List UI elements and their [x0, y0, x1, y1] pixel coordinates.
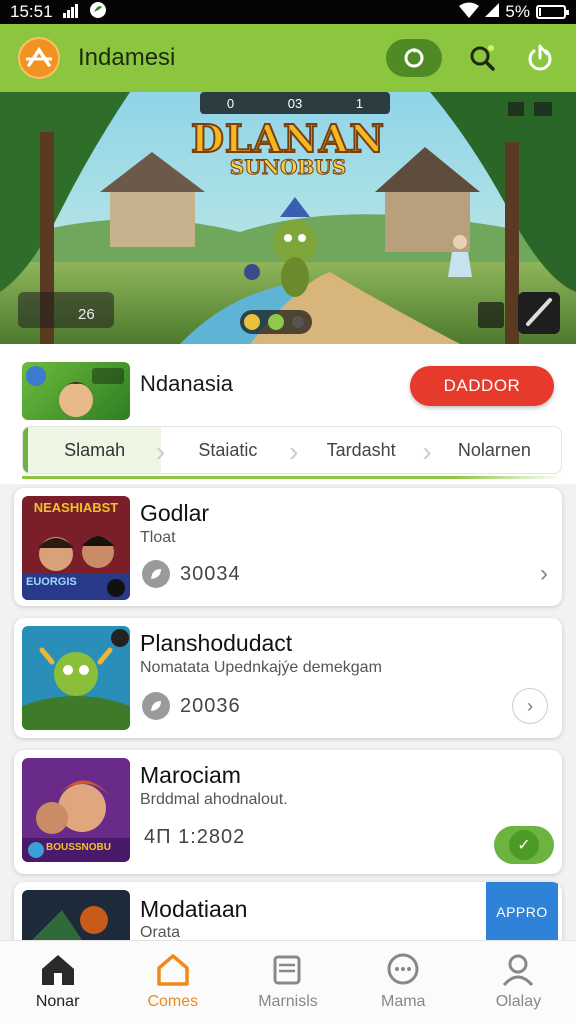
app-bar: Indamesi	[0, 24, 576, 92]
nav-label: Olalay	[495, 993, 542, 1010]
refresh-icon	[404, 48, 424, 68]
chevron-circle-icon[interactable]: ›	[512, 688, 548, 724]
game-card[interactable]: NEASHIABST EUORGIS Godlar Tloat 30034 ›	[14, 488, 562, 606]
hud-level: 03	[287, 95, 303, 111]
tab-nolarnen[interactable]: Nolarnen	[428, 427, 561, 473]
checkmark-icon: ✓	[509, 830, 539, 860]
profile-icon	[503, 954, 534, 987]
battery-percent: 5%	[505, 2, 530, 21]
game-art-subtitle: BOUSSNOBU	[46, 842, 112, 853]
status-time: 15:51	[10, 2, 53, 21]
nav-item-chat[interactable]: Mama	[346, 941, 461, 1024]
nav-item-profile[interactable]: Olalay	[461, 941, 576, 1024]
power-icon	[528, 44, 552, 71]
game-art-title: NEASHIABST	[33, 500, 119, 515]
leaf-badge-icon	[142, 692, 170, 720]
tab-slamah[interactable]: Slamah	[23, 427, 166, 473]
search-button[interactable]	[464, 40, 500, 76]
installed-toggle[interactable]: ✓	[494, 826, 554, 864]
sword-icon[interactable]	[518, 292, 560, 334]
game-meta-value: 20036	[180, 694, 241, 717]
featured-section: Ndanasia DADDOR Slamah Staiatic Tardasht…	[0, 344, 576, 484]
game-art-subtitle: EUORGIS	[26, 576, 77, 588]
apply-button[interactable]: APPRO	[486, 882, 558, 942]
chat-bubble-icon	[387, 953, 419, 985]
nav-item-home[interactable]: Nonar	[0, 941, 115, 1024]
chevron-right-icon[interactable]: ›	[540, 560, 548, 588]
featured-game-name: Ndanasia	[140, 371, 233, 396]
game-title: Modatiaan	[140, 896, 248, 922]
wifi-icon	[459, 2, 480, 23]
nav-label: Mama	[380, 993, 426, 1010]
hero-corner-label: 26	[78, 306, 95, 323]
hud-coin-count: 0	[226, 95, 235, 111]
download-button[interactable]: DADDOR	[410, 366, 554, 406]
battery-fill	[539, 8, 541, 16]
battery-icon	[536, 5, 569, 19]
game-meta-value: 4Π 1:2802	[144, 826, 246, 848]
game-meta-value: 30034	[180, 562, 241, 585]
signal-bars-icon	[62, 3, 79, 21]
stack-icon	[273, 955, 301, 985]
game-meta: 20036	[142, 692, 241, 720]
game-card[interactable]: BOUSSNOBU Marociam Brddmal ahodnalout. 4…	[14, 750, 562, 874]
tab-tardasht[interactable]: Tardasht	[295, 427, 432, 473]
status-bar: 15:51 5%	[0, 0, 576, 24]
game-thumbnail	[22, 626, 130, 730]
game-thumbnail: BOUSSNOBU	[22, 758, 130, 862]
nav-label: Comes	[147, 993, 199, 1010]
game-thumbnail: NEASHIABST EUORGIS	[22, 496, 130, 600]
game-card[interactable]: Planshodudact Nomatata Upednkajýe demekg…	[14, 618, 562, 738]
nav-item-manuals[interactable]: Marnisls	[230, 941, 345, 1024]
hero-game-logo: DLANAN SUNOBUS	[0, 115, 576, 180]
bottom-navigation: Nonar Comes Marnisls Mama Olalay	[0, 940, 576, 1024]
hero-logo-bottom: SUNOBUS	[229, 155, 347, 180]
nav-label: Nonar	[35, 993, 80, 1010]
game-subtitle: Tloat	[140, 529, 176, 546]
hero-banner[interactable]: 0 03 1 DLANAN SUNOBUS 26	[0, 92, 576, 344]
cell-signal-icon	[485, 2, 500, 22]
nav-label: Marnisls	[258, 993, 318, 1010]
hero-hud: 0 03 1	[200, 92, 390, 114]
game-meta: 30034	[142, 560, 241, 588]
search-icon	[470, 45, 495, 71]
home-icon	[41, 955, 74, 985]
house-outline-icon	[157, 954, 189, 986]
category-tabs: Slamah Staiatic Tardasht Nolarnen	[22, 426, 562, 474]
refresh-button[interactable]	[386, 39, 442, 77]
app-title: Indamesi	[78, 44, 176, 71]
tab-staiatic[interactable]: Staiatic	[161, 427, 298, 473]
game-title: Marociam	[140, 762, 241, 788]
game-title: Godlar	[140, 500, 210, 526]
notification-leaf-icon	[89, 1, 107, 24]
game-subtitle: Brddmal ahodnalout.	[140, 791, 288, 808]
game-subtitle: Nomatata Upednkajýe demekgam	[140, 659, 382, 676]
game-meta: 4Π 1:2802	[144, 826, 245, 849]
featured-thumbnail[interactable]	[22, 362, 130, 420]
game-title: Planshodudact	[140, 630, 293, 656]
power-button[interactable]	[522, 40, 558, 76]
tabs-underline	[22, 476, 562, 479]
hud-lives: 1	[355, 95, 364, 111]
leaf-badge-icon	[142, 560, 170, 588]
app-logo-icon[interactable]	[18, 37, 60, 79]
nav-item-games[interactable]: Comes	[115, 941, 230, 1024]
